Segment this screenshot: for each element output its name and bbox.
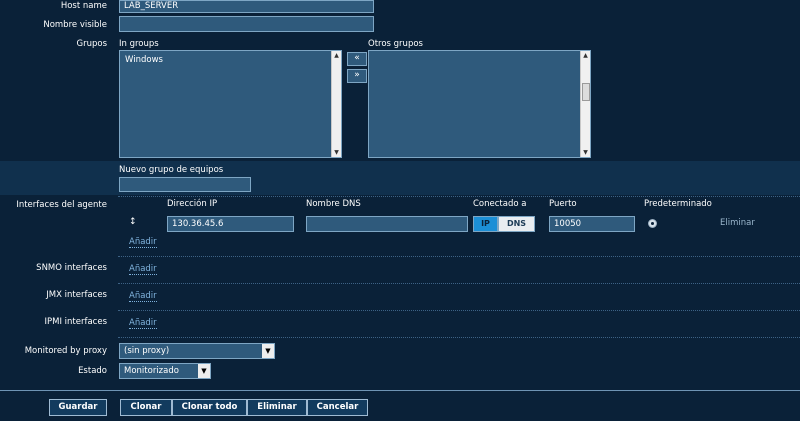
new-group-label: Nuevo grupo de equipos [119,165,224,175]
col-ip-header: Dirección IP [167,199,218,209]
drag-handle-icon[interactable]: ↕ [129,217,137,227]
proxy-label: Monitored by proxy [24,346,107,356]
chevron-down-icon[interactable]: ▼ [262,344,274,358]
snmp-interfaces-label: SNMO interfaces [36,263,107,273]
chevron-down-icon[interactable]: ▼ [198,364,210,378]
radio-dot-icon [651,222,654,225]
scroll-up-icon[interactable]: ▲ [581,51,590,60]
add-jmx-interface-link[interactable]: Añadir [129,291,157,302]
other-groups-label: Otros grupos [368,39,423,49]
new-group-input[interactable] [119,177,251,192]
add-agent-interface-link[interactable]: Añadir [129,237,157,248]
agent-ip-input[interactable]: 130.36.45.6 [167,216,294,232]
divider [118,256,800,257]
visible-name-input[interactable] [119,16,374,32]
move-left-button[interactable]: « [347,52,367,66]
agent-interfaces-label: Interfaces del agente [16,200,107,210]
divider [118,337,800,338]
other-groups-scrollbar[interactable]: ▲ ▼ [580,51,590,157]
other-groups-listbox[interactable]: ▲ ▼ [368,50,591,158]
in-groups-item[interactable]: Windows [125,55,163,65]
scroll-up-icon[interactable]: ▲ [332,51,341,60]
scroll-down-icon[interactable]: ▼ [332,148,341,157]
full-clone-button[interactable]: Clonar todo [172,399,247,416]
divider [118,196,800,197]
add-snmp-interface-link[interactable]: Añadir [129,264,157,275]
move-right-button[interactable]: » [347,69,367,83]
agent-port-input[interactable]: 10050 [549,216,635,232]
add-ipmi-interface-link[interactable]: Añadir [129,318,157,329]
connect-ip-button[interactable]: IP [473,216,498,232]
scroll-down-icon[interactable]: ▼ [581,148,590,157]
proxy-select[interactable]: (sin proxy) ▼ [119,343,275,359]
col-port-header: Puerto [549,199,577,209]
agent-dns-input[interactable] [306,216,468,232]
remove-agent-link[interactable]: Eliminar [720,218,755,228]
divider [118,283,800,284]
status-select-value: Monitorizado [124,366,179,376]
divider [118,310,800,311]
host-name-label: Host name [60,1,107,11]
footer-divider [0,390,800,391]
scroll-thumb[interactable] [582,83,590,101]
save-button[interactable]: Guardar [49,399,107,416]
visible-name-label: Nombre visible [43,20,107,30]
default-radio[interactable] [648,219,657,228]
in-groups-label: In groups [119,39,159,49]
ipmi-interfaces-label: IPMI interfaces [44,317,107,327]
in-groups-scrollbar[interactable]: ▲ ▼ [331,51,341,157]
clone-button[interactable]: Clonar [120,399,172,416]
cancel-button[interactable]: Cancelar [307,399,368,416]
in-groups-listbox[interactable]: Windows ▲ ▼ [119,50,342,158]
connect-dns-button[interactable]: DNS [498,216,535,232]
col-default-header: Predeterminado [644,199,712,209]
host-name-input[interactable]: LAB_SERVER [119,0,374,13]
status-select[interactable]: Monitorizado ▼ [119,363,211,379]
col-connect-header: Conectado a [473,199,527,209]
groups-label: Grupos [76,39,108,49]
jmx-interfaces-label: JMX interfaces [46,290,107,300]
delete-button[interactable]: Eliminar [247,399,307,416]
proxy-select-value: (sin proxy) [124,346,170,356]
status-label: Estado [78,366,107,376]
col-dns-header: Nombre DNS [306,199,361,209]
